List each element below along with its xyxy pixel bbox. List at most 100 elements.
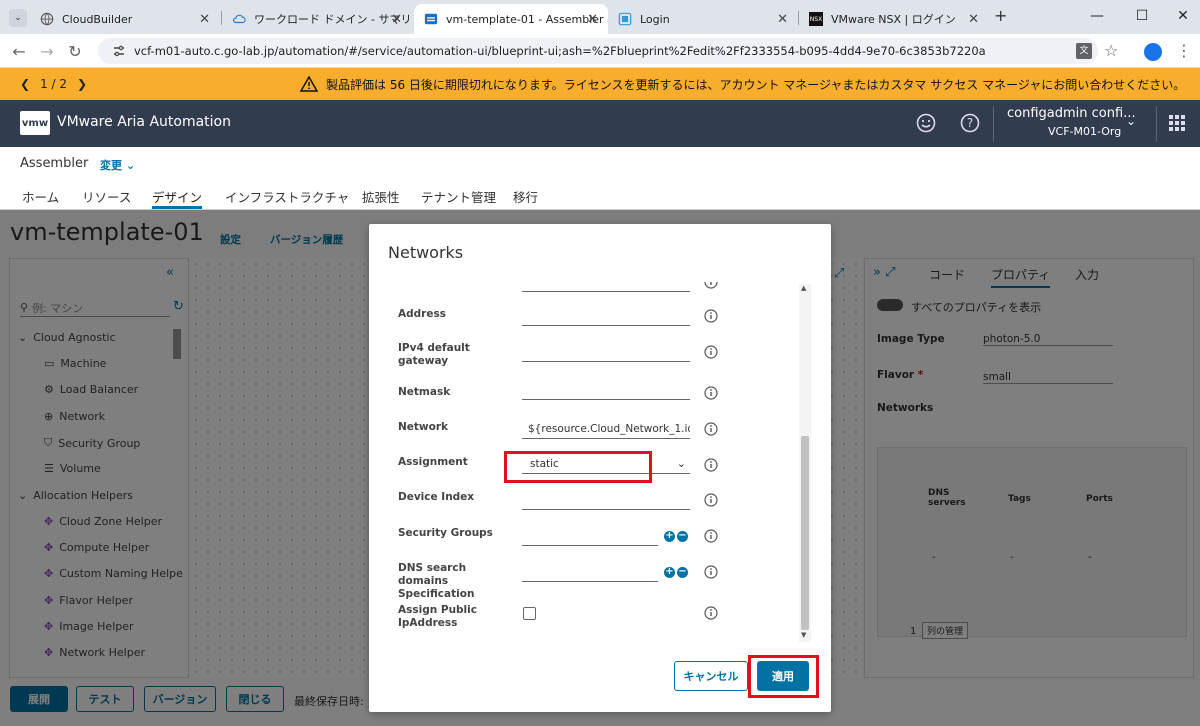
network-label: Network (398, 421, 449, 433)
info-icon[interactable] (704, 458, 718, 472)
browser-toolbar: ← → ↻ vcf-m01-auto.c.go-lab.jp/automatio… (0, 34, 1200, 68)
assignment-highlight (504, 451, 652, 483)
pager-text: 1 / 2 (40, 77, 68, 91)
tab-tenant-management[interactable]: テナント管理 (421, 187, 496, 209)
tab-extensibility[interactable]: 拡張性 (362, 187, 400, 209)
add-icon[interactable]: + (664, 567, 675, 578)
window-close-icon[interactable]: ✕ (1168, 5, 1198, 27)
service-name: Assembler (20, 156, 89, 171)
address-label: Address (398, 308, 446, 320)
apply-highlight (748, 655, 819, 698)
info-icon[interactable] (704, 386, 718, 400)
tab-resources[interactable]: リソース (82, 187, 131, 209)
address-input[interactable] (522, 308, 690, 326)
assign-public-ip-label: Assign Public IpAddress (398, 604, 477, 629)
scroll-thumb[interactable] (801, 436, 809, 630)
tab-home[interactable]: ホーム (22, 187, 59, 209)
warning-icon (300, 76, 318, 92)
device-index-label: Device Index (398, 491, 475, 503)
user-menu[interactable]: configadmin confi... (1007, 106, 1136, 121)
banner-message: 製品評価は 56 日後に期限切れになります。ライセンスを更新するには、アカウント… (300, 68, 1185, 100)
dns-search-domains-input[interactable] (522, 564, 658, 582)
remove-icon[interactable]: − (677, 531, 688, 542)
browser-tab-assembler[interactable]: vm-template-01 - Assembler ✕ (414, 4, 608, 34)
back-icon[interactable]: ← (8, 40, 30, 62)
close-icon[interactable]: ✕ (391, 12, 402, 27)
tab-title: Login (640, 12, 670, 26)
assignment-label: Assignment (398, 456, 468, 468)
tab-title: VMware NSX | ログイン (831, 13, 956, 26)
maximize-icon[interactable]: ☐ (1127, 5, 1157, 27)
info-icon[interactable] (704, 345, 718, 359)
tab-search-button[interactable]: ⌄ (9, 9, 27, 27)
tab-title: ワークロード ドメイン - サマリ (254, 13, 412, 26)
add-icon[interactable]: + (664, 531, 675, 542)
banner-pager: ❮ 1 / 2 ❯ (20, 68, 87, 100)
network-input[interactable]: ${resource.Cloud_Network_1.id (522, 421, 690, 439)
browser-menu-icon[interactable]: ⋮ (1176, 41, 1192, 60)
close-icon[interactable]: ✕ (968, 12, 979, 27)
chevron-right-icon[interactable]: ❯ (77, 77, 87, 91)
cloud-icon (232, 14, 246, 24)
forward-icon[interactable]: → (36, 40, 58, 62)
cancel-button[interactable]: キャンセル (674, 661, 748, 691)
banner-text: 製品評価は 56 日後に期限切れになります。ライセンスを更新するには、アカウント… (326, 77, 1186, 92)
app-launcher-icon[interactable] (1168, 114, 1186, 132)
browser-tab-nsx[interactable]: NSX VMware NSX | ログイン ✕ (799, 4, 989, 34)
tab-migration[interactable]: 移行 (513, 187, 538, 209)
close-icon[interactable]: ✕ (777, 12, 788, 27)
license-banner: ❮ 1 / 2 ❯ 製品評価は 56 日後に期限切れになります。ライセンスを更新… (0, 68, 1200, 100)
close-icon[interactable]: ✕ (587, 12, 598, 27)
info-icon[interactable] (704, 529, 718, 543)
tab-title: vm-template-01 - Assembler (446, 12, 604, 26)
help-icon[interactable]: ? (959, 112, 981, 134)
dialog-title: Networks (388, 243, 464, 262)
text-input[interactable] (522, 282, 690, 292)
smiley-icon[interactable] (915, 112, 937, 134)
browser-tab-workload-domain[interactable]: ワークロード ドメイン - サマリ ✕ (222, 4, 412, 34)
remove-icon[interactable]: − (677, 567, 688, 578)
assembler-icon (424, 13, 438, 25)
svg-text:?: ? (967, 116, 973, 130)
address-bar[interactable]: vcf-m01-auto.c.go-lab.jp/automation/#/se… (98, 38, 1098, 64)
netmask-input[interactable] (522, 382, 690, 400)
chevron-down-icon: ⌄ (676, 457, 686, 470)
info-icon[interactable] (704, 282, 718, 289)
user-org: VCF-M01-Org (1048, 125, 1122, 138)
dialog-scrollbar[interactable]: ▲ ▼ (799, 284, 811, 642)
scroll-up-icon[interactable]: ▲ (801, 284, 806, 292)
device-index-input[interactable] (522, 492, 690, 510)
info-icon[interactable] (704, 309, 718, 323)
user-name: configadmin confi... (1007, 106, 1136, 121)
close-icon[interactable]: ✕ (199, 12, 210, 27)
security-groups-label: Security Groups (398, 527, 493, 539)
site-info-icon[interactable] (112, 44, 126, 58)
app-header: vmw VMware Aria Automation ? configadmin… (0, 100, 1200, 240)
tab-infrastructure[interactable]: インフラストラクチャ (225, 187, 349, 209)
ipv4-gateway-input[interactable] (522, 344, 690, 362)
info-icon[interactable] (704, 565, 718, 579)
info-icon[interactable] (704, 493, 718, 507)
netmask-label: Netmask (398, 386, 451, 398)
translate-icon[interactable]: 文 (1076, 43, 1092, 59)
info-icon[interactable] (704, 606, 718, 620)
browser-tab-strip: ⌄ CloudBuilder ✕ ワークロード ドメイン - サマリ ✕ vm-… (0, 0, 1200, 34)
chevron-left-icon[interactable]: ❮ (20, 77, 30, 91)
profile-avatar[interactable] (1144, 43, 1162, 61)
reload-icon[interactable]: ↻ (64, 40, 86, 62)
assign-public-ip-checkbox[interactable] (523, 607, 536, 620)
chevron-down-icon[interactable]: ⌄ (1126, 114, 1136, 128)
vmware-logo: vmw (20, 111, 50, 135)
scroll-down-icon[interactable]: ▼ (801, 631, 806, 639)
browser-tab-login[interactable]: Login ✕ (608, 4, 798, 34)
change-service-button[interactable]: 変更 ⌄ (100, 157, 135, 173)
bookmark-star-icon[interactable]: ☆ (1104, 41, 1118, 60)
browser-tab-cloudbuilder[interactable]: CloudBuilder ✕ (30, 4, 220, 34)
tab-design[interactable]: デザイン (152, 187, 203, 209)
info-icon[interactable] (704, 422, 718, 436)
minimize-icon[interactable]: — (1082, 5, 1112, 27)
security-groups-input[interactable] (522, 528, 658, 546)
nsx-icon: NSX (809, 12, 823, 26)
new-tab-button[interactable]: + (994, 6, 1007, 25)
globe-icon (40, 12, 54, 26)
